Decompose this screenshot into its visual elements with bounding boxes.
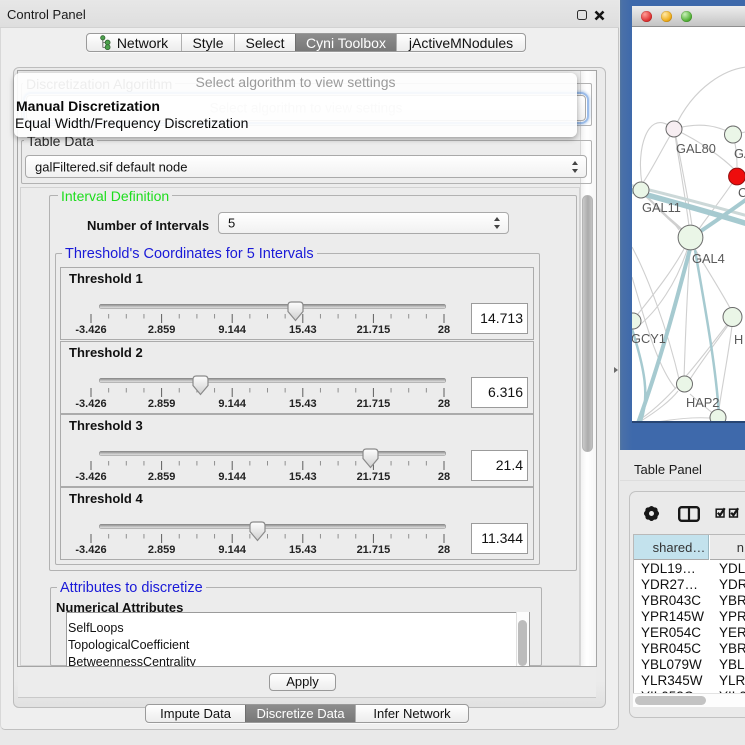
- svg-text:GAL4: GAL4: [692, 251, 725, 266]
- svg-text:GA: GA: [734, 146, 745, 161]
- svg-text:GAL11: GAL11: [642, 200, 681, 215]
- svg-text:HAP2: HAP2: [686, 395, 719, 410]
- svg-text:H: H: [734, 332, 743, 347]
- svg-text:C: C: [738, 185, 745, 200]
- svg-text:GCY1: GCY1: [632, 331, 666, 346]
- svg-text:GAL80: GAL80: [676, 141, 716, 156]
